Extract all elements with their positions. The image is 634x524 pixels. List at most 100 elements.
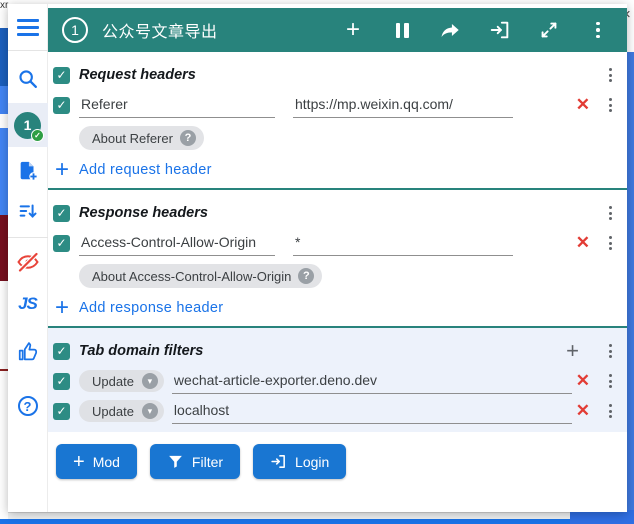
section-title-row: ✓ Tab domain filters + [53,336,618,366]
login-button-label: Login [295,453,330,470]
sort-profiles-button[interactable] [8,191,48,231]
request-headers-checkbox[interactable]: ✓ [53,66,70,84]
check-icon: ✓ [56,205,67,220]
help-icon: ? [17,396,38,416]
section-title: Response headers [79,205,208,221]
search-button[interactable] [8,59,48,99]
plus-icon: + [55,294,70,321]
header-row-checkbox[interactable]: ✓ [53,234,70,252]
screen: xr × 1 ✓ [0,0,634,524]
filter-button-label: Filter [191,453,224,470]
incognito-disabled-button[interactable] [8,244,48,284]
profile-number-badge: 1 [62,17,88,43]
document-add-icon [17,160,39,182]
check-icon: ✓ [56,67,67,82]
popup-content: ✓ Request headers ✓ ✕ About [48,52,627,512]
rate-button[interactable] [8,334,48,374]
header-value-input[interactable] [293,92,513,118]
sidebar-divider [7,237,48,238]
add-response-header-button[interactable]: + Add response header [55,294,223,321]
help-button[interactable]: ? [8,386,48,426]
share-icon [441,23,459,37]
profile-active-check-icon: ✓ [31,128,44,142]
sidebar-item-profile-1[interactable]: 1 ✓ [7,103,48,147]
pause-button[interactable] [391,19,413,41]
filter-row: ✓ Update ▾ ✕ [53,366,618,396]
check-icon: ✓ [56,403,67,418]
row-more-button[interactable] [605,372,616,390]
section-title-row: ✓ Response headers [53,198,618,228]
search-icon [17,68,39,90]
about-referer-badge[interactable]: About Referer ? [79,126,204,150]
add-filter-button[interactable]: + [566,340,579,362]
header-row: ✓ ✕ [53,90,618,120]
header-name-input[interactable] [79,92,275,118]
chevron-down-icon: ▾ [141,403,158,419]
section-title: Request headers [79,67,196,83]
js-icon: JS [18,294,38,313]
chevron-down-icon: ▾ [141,373,158,389]
profile-title[interactable]: 公众号文章导出 [102,18,342,42]
sign-in-icon [490,21,509,39]
row-more-button[interactable] [605,234,616,252]
about-acao-badge[interactable]: About Access-Control-Allow-Origin ? [79,264,323,288]
javascript-button[interactable]: JS [8,284,48,324]
profile-avatar: 1 ✓ [14,111,44,142]
row-more-button[interactable] [605,402,616,420]
hamburger-icon [16,18,39,36]
filter-row-checkbox[interactable]: ✓ [53,372,70,390]
section-more-button[interactable] [605,66,616,84]
filter-row-checkbox[interactable]: ✓ [53,402,70,420]
delete-filter-button[interactable]: ✕ [572,401,594,421]
section-more-button[interactable] [605,204,616,222]
thumbs-up-icon [17,341,39,368]
delete-filter-button[interactable]: ✕ [572,371,594,391]
section-more-button[interactable] [605,342,616,360]
filter-button[interactable]: Filter [149,444,241,479]
add-request-header-label: Add request header [79,162,212,178]
response-headers-checkbox[interactable]: ✓ [53,204,70,222]
header-row-checkbox[interactable]: ✓ [53,96,70,114]
filter-type-dropdown[interactable]: Update ▾ [79,370,164,392]
mod-button[interactable]: + Mod [56,444,137,479]
response-headers-section: ✓ Response headers ✓ ✕ About [48,190,627,326]
add-request-header-button[interactable]: + Add request header [55,158,212,182]
titlebar-actions: + [342,16,609,43]
more-options-button[interactable] [587,19,609,41]
check-icon: ✓ [56,97,67,112]
filter-value-input[interactable] [171,398,572,424]
section-title: Tab domain filters [79,343,204,359]
mod-button-label: Mod [92,453,120,470]
share-button[interactable] [440,19,462,41]
add-profile-button[interactable] [8,151,48,191]
check-icon: ✓ [56,343,67,358]
about-label: About Access-Control-Allow-Origin [92,268,292,284]
about-label: About Referer [92,130,173,146]
question-icon: ? [298,268,315,284]
pause-icon [395,22,409,38]
row-more-button[interactable] [605,96,616,114]
expand-icon [541,22,557,38]
login-button[interactable]: Login [253,444,347,479]
profile-titlebar: 1 公众号文章导出 + [48,8,627,52]
login-icon [271,455,285,468]
about-row: About Referer ? [79,126,618,150]
filter-icon [169,455,182,468]
header-value-input[interactable] [293,230,513,256]
open-in-tab-button[interactable] [489,19,511,41]
add-button[interactable]: + [342,16,364,43]
plus-icon: + [345,16,360,43]
sort-icon [17,200,39,222]
filter-value-input[interactable] [171,368,572,394]
filter-type-label: Update [92,403,134,419]
delete-header-button[interactable]: ✕ [572,233,594,253]
menu-button[interactable] [8,4,48,50]
background-stripe [0,519,634,524]
tab-filters-checkbox[interactable]: ✓ [53,342,70,360]
delete-header-button[interactable]: ✕ [572,95,594,115]
footer-actions: + Mod Filter Login [56,444,627,479]
extension-popup: 1 ✓ JS ? 1 公众号文章导出 + ✓ Request headers ✓… [7,4,627,512]
filter-type-dropdown[interactable]: Update ▾ [79,400,164,422]
expand-button[interactable] [538,19,560,41]
header-name-input[interactable] [79,230,275,256]
